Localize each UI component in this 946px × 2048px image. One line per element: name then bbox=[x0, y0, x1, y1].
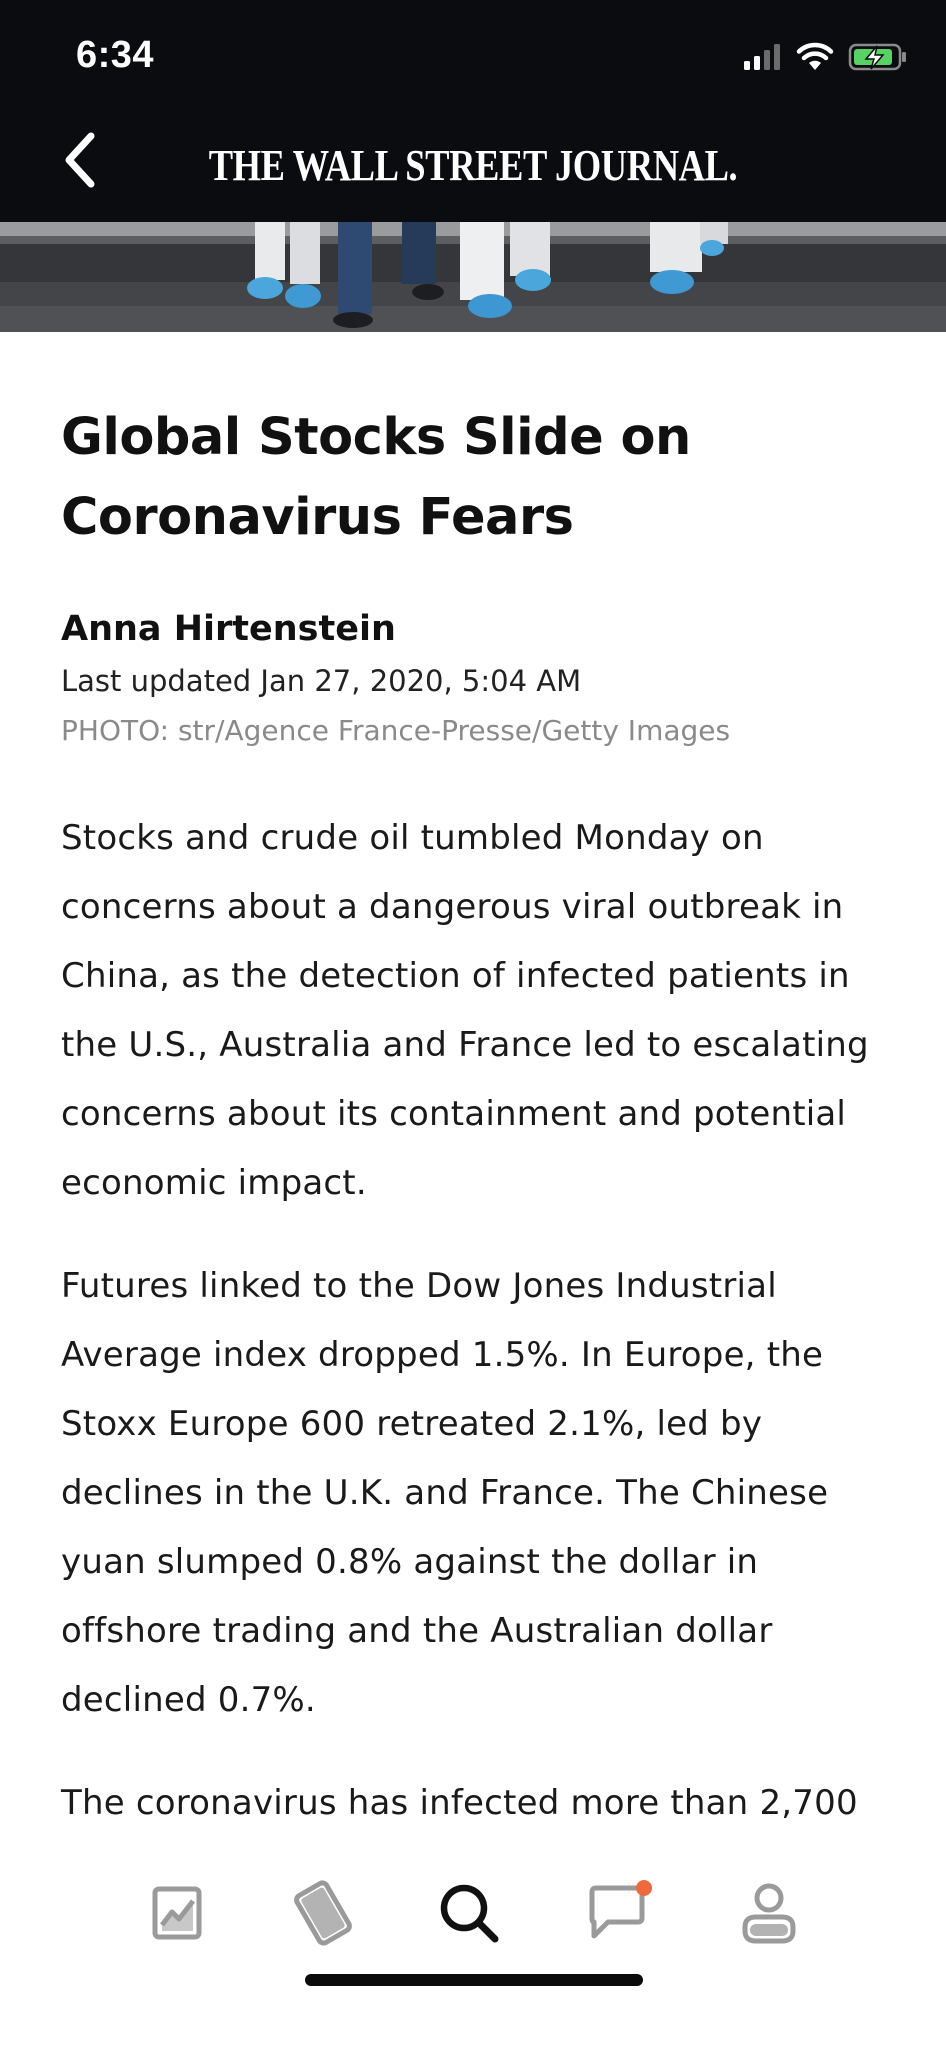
article-paragraph: Stocks and crude oil tumbled Monday on c… bbox=[61, 818, 869, 1203]
search-icon bbox=[437, 1881, 501, 1949]
top-bar: 6:34 THE WALL STREET JOURNAL. bbox=[0, 0, 946, 222]
wifi-icon bbox=[796, 42, 834, 76]
profile-icon bbox=[740, 1881, 798, 1949]
status-bar-icons bbox=[742, 42, 908, 76]
markets-chart-icon bbox=[151, 1885, 203, 1945]
home-indicator[interactable] bbox=[305, 1974, 643, 1986]
tab-saved[interactable] bbox=[278, 1870, 368, 1960]
masthead-logo: THE WALL STREET JOURNAL. bbox=[208, 141, 738, 190]
tab-markets[interactable] bbox=[132, 1870, 222, 1960]
saved-tag-icon bbox=[292, 1880, 354, 1950]
article-author[interactable]: Anna Hirtenstein bbox=[61, 608, 901, 650]
cellular-signal-icon bbox=[742, 43, 782, 75]
photo-credit: PHOTO: str/Agence France-Presse/Getty Im… bbox=[61, 714, 731, 747]
article-headline: Global Stocks Slide on Coronavirus Fears bbox=[61, 408, 691, 547]
bottom-tab-bar bbox=[0, 1845, 946, 2048]
tab-search[interactable] bbox=[424, 1870, 514, 1960]
article-hero-image bbox=[0, 222, 946, 332]
notification-badge bbox=[636, 1880, 652, 1896]
messages-icon bbox=[586, 1880, 656, 1950]
battery-charging-icon bbox=[848, 42, 908, 76]
tab-profile[interactable] bbox=[724, 1870, 814, 1960]
article-paragraph: Futures linked to the Dow Jones Industri… bbox=[61, 1266, 829, 1720]
article-timestamp: Last updated Jan 27, 2020, 5:04 AM bbox=[61, 664, 582, 698]
tab-messages[interactable] bbox=[576, 1870, 666, 1960]
article-content: Global Stocks Slide on Coronavirus Fears… bbox=[61, 398, 901, 1838]
status-bar-time: 6:34 bbox=[76, 34, 155, 76]
article-paragraph: The coronavirus has infected more than 2… bbox=[61, 1783, 858, 1823]
